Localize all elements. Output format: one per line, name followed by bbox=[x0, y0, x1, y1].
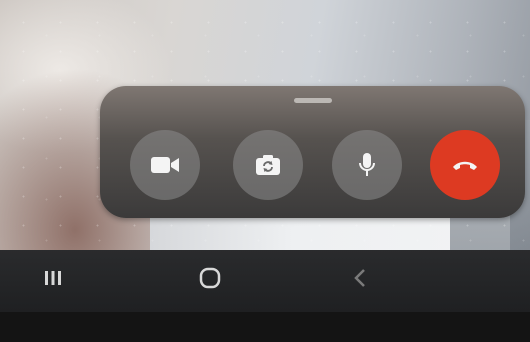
back-icon bbox=[352, 267, 368, 293]
call-controls bbox=[100, 130, 525, 202]
end-call-button[interactable] bbox=[430, 130, 500, 200]
navigation-bar bbox=[0, 250, 530, 312]
flip-camera-button[interactable] bbox=[233, 130, 303, 200]
video-toggle-button[interactable] bbox=[130, 130, 200, 200]
back-button[interactable] bbox=[340, 260, 380, 300]
video-camera-icon bbox=[150, 155, 180, 175]
flip-camera-icon bbox=[255, 154, 281, 176]
microphone-icon bbox=[357, 152, 377, 178]
mute-microphone-button[interactable] bbox=[332, 130, 402, 200]
home-icon bbox=[198, 266, 222, 294]
drag-handle[interactable] bbox=[293, 98, 332, 103]
end-call-phone-icon bbox=[451, 157, 479, 173]
device-bezel bbox=[0, 312, 530, 342]
call-control-panel[interactable] bbox=[100, 86, 525, 218]
recents-button[interactable] bbox=[33, 260, 73, 300]
home-button[interactable] bbox=[190, 260, 230, 300]
recents-icon bbox=[42, 269, 64, 291]
